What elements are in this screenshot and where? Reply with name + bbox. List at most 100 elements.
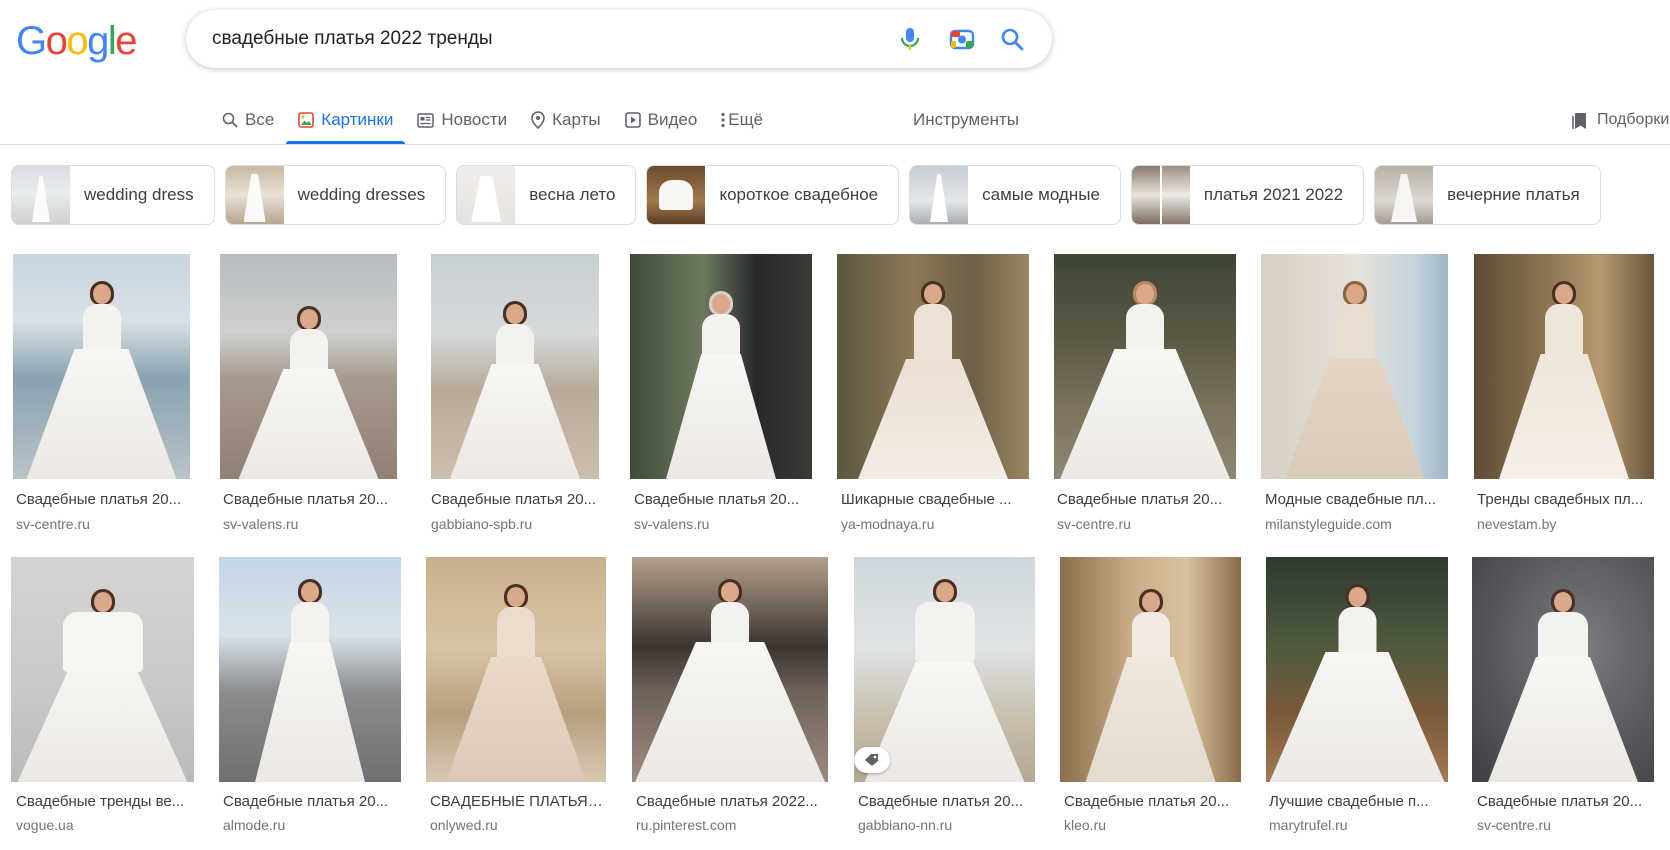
search-tabs: Все Картинки Новости Карты Видео Ещё xyxy=(210,96,775,144)
collections-button[interactable]: Подборки xyxy=(1571,96,1669,144)
image-icon xyxy=(298,112,315,128)
chip-thumbnail xyxy=(910,166,969,224)
result-source: sv-centre.ru xyxy=(16,516,90,532)
chip-label: короткое свадебное xyxy=(719,185,879,204)
logo-letter: o xyxy=(66,19,88,63)
result-title: Тренды свадебных пл... xyxy=(1477,491,1644,508)
chip-thumbnail xyxy=(12,166,70,224)
result-title: Свадебные платья 20... xyxy=(431,491,597,508)
tab-images[interactable]: Картинки xyxy=(286,96,406,144)
chip-label: wedding dresses xyxy=(297,185,426,204)
result-source: kleo.ru xyxy=(1064,817,1107,833)
search-input[interactable] xyxy=(212,10,852,68)
result-title: Лучшие свадебные п... xyxy=(1269,793,1429,810)
chip-spring-summer[interactable]: весна лето xyxy=(456,165,637,225)
collections-label: Подборки xyxy=(1597,111,1670,128)
chip-thumbnail xyxy=(1131,166,1190,224)
result-image xyxy=(426,557,606,782)
search-icon xyxy=(222,112,238,128)
tab-label: Ещё xyxy=(728,110,764,129)
chip-label: платья 2021 2022 xyxy=(1203,185,1344,204)
video-icon xyxy=(624,112,641,128)
tab-more[interactable]: Ещё xyxy=(709,96,775,144)
tab-label: Видео xyxy=(647,110,698,129)
result-image xyxy=(854,557,1035,782)
result-title: Свадебные платья 20... xyxy=(223,793,389,810)
tab-label: Новости xyxy=(441,110,508,129)
chip-label: весна лето xyxy=(529,185,616,204)
result-title: СВАДЕБНЫЕ ПЛАТЬЯ ... xyxy=(430,793,604,810)
more-vert-icon xyxy=(721,112,725,128)
tools-button[interactable]: Инструменты xyxy=(913,96,1019,144)
result-image xyxy=(1261,254,1448,479)
result-title: Свадебные платья 20... xyxy=(858,793,1024,810)
chip-evening-dresses[interactable]: вечерние платья xyxy=(1374,165,1601,225)
result-image xyxy=(632,557,828,782)
logo-letter: G xyxy=(16,19,47,63)
result-source: milanstyleguide.com xyxy=(1265,516,1392,532)
result-image xyxy=(837,254,1029,479)
result-source: sv-centre.ru xyxy=(1057,516,1131,532)
result-title: Свадебные платья 20... xyxy=(1477,793,1643,810)
search-box xyxy=(186,10,1052,68)
result-source: gabbiano-spb.ru xyxy=(431,516,533,532)
camera-lens-icon[interactable] xyxy=(948,25,976,53)
chip-label: вечерние платья xyxy=(1447,185,1580,204)
result-title: Свадебные платья 20... xyxy=(1064,793,1230,810)
result-source: nevestam.by xyxy=(1477,516,1557,532)
tab-label: Картинки xyxy=(321,110,394,129)
result-source: vogue.ua xyxy=(16,817,74,833)
logo-letter: o xyxy=(45,19,68,63)
result-image xyxy=(220,254,397,479)
result-title: Свадебные платья 20... xyxy=(1057,491,1223,508)
chip-wedding-dresses[interactable]: wedding dresses xyxy=(224,165,447,225)
chip-short-wedding[interactable]: короткое свадебное xyxy=(646,165,900,225)
tab-all[interactable]: Все xyxy=(210,96,286,144)
result-title: Свадебные платья 2022... xyxy=(636,793,818,810)
logo-letter: e xyxy=(115,19,137,63)
result-title: Свадебные тренды ве... xyxy=(16,793,185,810)
chip-thumbnail xyxy=(225,166,284,224)
result-title: Шикарные свадебные ... xyxy=(841,491,1012,508)
google-logo[interactable]: Google xyxy=(16,18,137,64)
result-image xyxy=(13,254,190,479)
result-image xyxy=(1060,557,1241,782)
result-title: Модные свадебные пл... xyxy=(1265,491,1437,508)
chip-wedding-dress[interactable]: wedding dress xyxy=(11,165,215,225)
tab-label: Все xyxy=(245,110,275,129)
news-icon xyxy=(417,112,435,128)
result-source: sv-valens.ru xyxy=(634,516,710,532)
result-image xyxy=(1266,557,1448,782)
tab-label: Карты xyxy=(552,110,601,129)
tab-maps[interactable]: Карты xyxy=(519,96,612,144)
result-source: ru.pinterest.com xyxy=(636,817,737,833)
result-source: sv-centre.ru xyxy=(1477,817,1551,833)
tab-news[interactable]: Новости xyxy=(405,96,519,144)
chip-thumbnail xyxy=(1375,166,1434,224)
product-tag-icon[interactable] xyxy=(854,747,890,773)
header-divider xyxy=(0,144,1670,145)
result-image xyxy=(219,557,401,782)
logo-letter: l xyxy=(107,19,117,63)
result-title: Свадебные платья 20... xyxy=(16,491,182,508)
result-source: gabbiano-nn.ru xyxy=(858,817,953,833)
tab-video[interactable]: Видео xyxy=(613,96,710,144)
result-image xyxy=(11,557,194,782)
search-icon[interactable] xyxy=(998,25,1026,53)
chip-most-fashionable[interactable]: самые модные xyxy=(909,165,1121,225)
chip-thumbnail xyxy=(647,166,706,224)
microphone-icon[interactable] xyxy=(896,25,924,53)
result-title: Свадебные платья 20... xyxy=(634,491,800,508)
chip-dresses-2021-2022[interactable]: платья 2021 2022 xyxy=(1130,165,1365,225)
result-source: sv-valens.ru xyxy=(223,516,299,532)
result-title: Свадебные платья 20... xyxy=(223,491,389,508)
logo-letter: g xyxy=(87,19,109,63)
result-source: marytrufel.ru xyxy=(1269,817,1348,833)
related-chips: wedding dress wedding dresses весна лето… xyxy=(11,165,1601,225)
result-image xyxy=(1472,557,1654,782)
chip-thumbnail xyxy=(457,166,516,224)
result-image xyxy=(1054,254,1236,479)
result-image xyxy=(1474,254,1654,479)
chip-label: wedding dress xyxy=(84,185,194,204)
result-source: almode.ru xyxy=(223,817,286,833)
